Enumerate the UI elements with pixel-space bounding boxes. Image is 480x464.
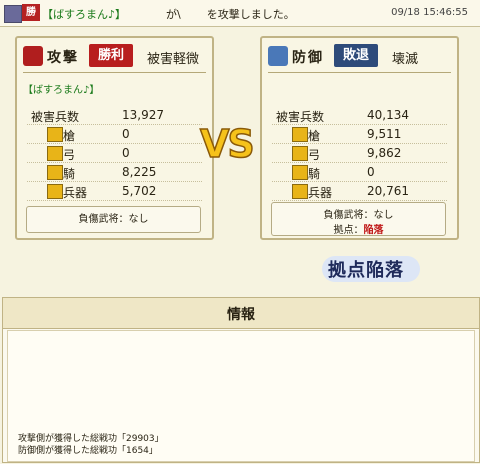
- attacker-panel: 攻撃 勝利 被害軽微 【ばすろまん♪】 被害兵数 13,927 槍 0 弓 0 …: [15, 36, 214, 240]
- info-title: 情報: [227, 307, 255, 323]
- horse-icon: [47, 165, 63, 180]
- table-row: 槍 9,511: [272, 125, 447, 144]
- base-label: 拠点：: [333, 225, 364, 236]
- defender-result-badge: 敗退: [334, 44, 378, 67]
- casualties-value: 13,927: [122, 108, 164, 122]
- casualties-label: 被害兵数: [31, 110, 80, 124]
- attack-icon: [23, 46, 43, 66]
- spear-icon: [47, 127, 63, 142]
- banner-text: 拠点陥落: [328, 260, 404, 281]
- table-row: 弓 0: [27, 144, 202, 163]
- defender-panel: 防御 敗退 壊滅 被害兵数 40,134 槍 9,511 弓 9,862 騎 0…: [260, 36, 459, 240]
- spear-icon: [292, 127, 308, 142]
- table-row: 槍 0: [27, 125, 202, 144]
- vs-text: VS: [199, 121, 255, 167]
- unit-value: 20,761: [367, 184, 409, 198]
- attacker-damage-level: 被害軽微: [147, 52, 200, 67]
- casualty-total-row: 被害兵数 40,134: [272, 106, 447, 125]
- unit-value: 9,511: [367, 127, 402, 141]
- unit-label: 弓: [63, 148, 76, 162]
- attacker-role-label: 攻撃: [47, 50, 79, 66]
- unit-label: 槍: [308, 129, 321, 143]
- siege-icon: [292, 184, 308, 199]
- table-row: 兵器 20,761: [272, 182, 447, 201]
- report-message: を攻撃しました。: [206, 8, 295, 21]
- divider: [23, 72, 206, 73]
- unit-value: 5,702: [122, 184, 157, 198]
- defender-casualty-table: 被害兵数 40,134 槍 9,511 弓 9,862 騎 0 兵器 20,76…: [272, 106, 447, 201]
- horse-icon: [292, 165, 308, 180]
- result-badge-icon: 勝: [22, 4, 40, 21]
- info-body: 攻撃側が獲得した総戦功「29903」 防御側が獲得した総戦功「1654」: [7, 330, 475, 462]
- unit-label: 兵器: [308, 186, 333, 200]
- attacker-header: 攻撃 勝利 被害軽微: [23, 44, 204, 69]
- table-row: 騎 0: [272, 163, 447, 182]
- bow-icon: [47, 146, 63, 161]
- unit-label: 兵器: [63, 186, 88, 200]
- base-fallen-banner: 拠点陥落: [322, 252, 420, 286]
- player-link[interactable]: 【ばすろまん♪】: [42, 8, 126, 21]
- target-name: が\: [166, 8, 181, 21]
- info-header: 情報: [3, 298, 479, 329]
- unit-label: 騎: [308, 167, 321, 181]
- defender-injury-box: 負傷武将：なし 拠点：陥落: [271, 202, 446, 236]
- unit-value: 0: [367, 165, 375, 179]
- defender-header: 防御 敗退 壊滅: [268, 44, 449, 69]
- attacker-player-link[interactable]: 【ばすろまん♪】: [23, 81, 99, 96]
- table-row: 騎 8,225: [27, 163, 202, 182]
- base-status: 陥落: [363, 225, 384, 236]
- report-summary: 【ばすろまん♪】 が\ を攻撃しました。: [42, 6, 295, 22]
- report-timestamp: 09/18 15:46:55: [391, 7, 468, 18]
- defense-icon: [268, 46, 288, 66]
- casualty-total-row: 被害兵数 13,927: [27, 106, 202, 125]
- attacker-casualty-table: 被害兵数 13,927 槍 0 弓 0 騎 8,225 兵器 5,702: [27, 106, 202, 201]
- siege-icon: [47, 184, 63, 199]
- attacker-injured-general: 負傷武将：なし: [26, 206, 201, 233]
- base-status-line: 拠点：陥落: [272, 221, 445, 236]
- defender-injured-general: 負傷武将：なし: [323, 210, 394, 221]
- bow-icon: [292, 146, 308, 161]
- unit-label: 槍: [63, 129, 76, 143]
- casualties-label: 被害兵数: [276, 110, 325, 124]
- table-row: 兵器 5,702: [27, 182, 202, 201]
- window-icon: [4, 5, 22, 23]
- defender-role-label: 防御: [292, 50, 324, 66]
- attacker-result-badge: 勝利: [89, 44, 133, 67]
- unit-label: 弓: [308, 148, 321, 162]
- defender-damage-level: 壊滅: [392, 52, 419, 67]
- unit-value: 8,225: [122, 165, 157, 179]
- info-panel: 情報 攻撃側が獲得した総戦功「29903」 防御側が獲得した総戦功「1654」: [2, 297, 480, 463]
- unit-value: 0: [122, 146, 130, 160]
- table-row: 弓 9,862: [272, 144, 447, 163]
- unit-label: 騎: [63, 167, 76, 181]
- divider: [268, 72, 451, 73]
- list-item: 防御側が獲得した総戦功「1654」: [18, 446, 158, 456]
- casualties-value: 40,134: [367, 108, 409, 122]
- report-header: 勝 【ばすろまん♪】 が\ を攻撃しました。 09/18 15:46:55: [0, 0, 480, 27]
- unit-value: 0: [122, 127, 130, 141]
- unit-value: 9,862: [367, 146, 402, 160]
